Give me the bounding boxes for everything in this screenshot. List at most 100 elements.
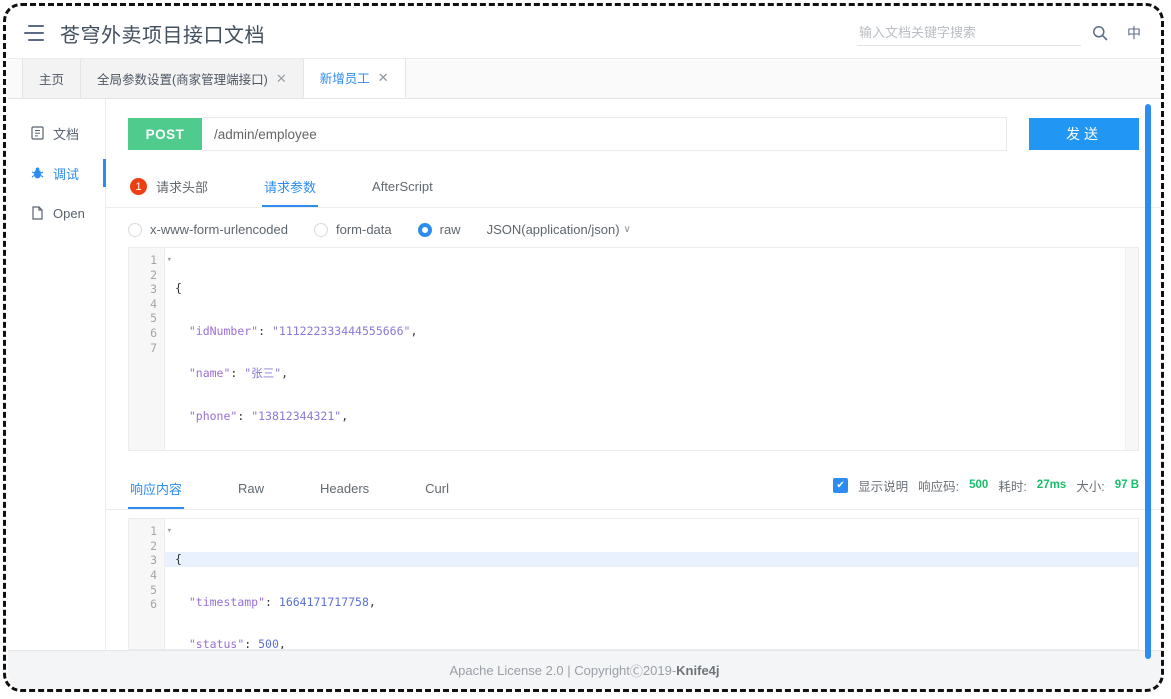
tab-response-curl[interactable]: Curl (423, 471, 451, 507)
header-count-badge: 1 (130, 178, 147, 195)
line-number: 3 (129, 282, 164, 297)
search-icon[interactable] (1087, 20, 1113, 46)
line-number: 2 (129, 268, 164, 283)
search-box (857, 20, 1077, 46)
tab-response-headers[interactable]: Headers (318, 471, 371, 507)
radio-label: form-data (336, 222, 392, 237)
tab-label: Curl (425, 481, 449, 496)
response-editor-gutter: 1▾ 2 3 4 5 6 (129, 519, 165, 649)
tab-new-employee[interactable]: 新增员工 ✕ (303, 57, 406, 98)
response-tabs: 响应内容 Raw Headers Curl ✔ 显示说明 响应码: 500 耗时… (106, 469, 1161, 510)
method-badge[interactable]: POST (128, 118, 202, 150)
response-editor-code[interactable]: { "timestamp": 1664171717758, "status": … (165, 519, 1138, 649)
sidebar-item-label: 文档 (53, 124, 79, 143)
radio-label: raw (440, 222, 461, 237)
tab-label: Raw (238, 481, 264, 496)
sidebar-item-debug[interactable]: 调试 (8, 153, 105, 193)
line-number: 5 (129, 583, 164, 598)
editor-scrollbar[interactable] (1125, 248, 1138, 450)
header-right-group: 中 (857, 20, 1161, 46)
code-line: "timestamp": 1664171717758, (165, 595, 1138, 610)
tab-global-params[interactable]: 全局参数设置(商家管理端接口) ✕ (80, 58, 304, 98)
status-code-value: 500 (969, 479, 988, 491)
sidebar-item-document[interactable]: 文档 (8, 113, 105, 153)
file-icon (30, 206, 45, 221)
request-tabs: 1 请求头部 请求参数 AfterScript (106, 167, 1161, 208)
sidebar-item-label: 调试 (53, 164, 79, 183)
close-icon[interactable]: ✕ (378, 71, 389, 84)
response-body-editor[interactable]: 1▾ 2 3 4 5 6 { "timestamp": 166417171775… (128, 518, 1139, 650)
app-header: 苍穹外卖项目接口文档 中 (8, 8, 1161, 59)
footer-brand: Knife4j (676, 663, 719, 678)
code-line: { (165, 552, 1138, 567)
tab-response-content[interactable]: 响应内容 (128, 469, 184, 509)
line-number: 3 (129, 553, 164, 568)
radio-urlencoded[interactable]: x-www-form-urlencoded (128, 222, 288, 237)
code-line: { (165, 281, 1125, 296)
radio-form-data[interactable]: form-data (314, 222, 392, 237)
radio-label: x-www-form-urlencoded (150, 222, 288, 237)
tab-label: 请求参数 (264, 177, 316, 196)
content-type-label: JSON(application/json) (487, 222, 620, 237)
code-line: "phone": "13812344321", (165, 409, 1125, 424)
line-number: 4 (129, 568, 164, 583)
bug-icon (30, 166, 45, 181)
code-line: "name": "张三", (165, 366, 1125, 381)
tab-label: Headers (320, 481, 369, 496)
code-line: "idNumber": "111222333444555666", (165, 324, 1125, 339)
document-icon (30, 126, 45, 141)
tab-label: 响应内容 (130, 479, 182, 498)
language-toggle[interactable]: 中 (1127, 23, 1141, 43)
tab-home[interactable]: 主页 (22, 58, 81, 98)
tab-request-headers[interactable]: 1 请求头部 (128, 167, 210, 207)
line-number: 6 (129, 597, 164, 612)
tab-response-raw[interactable]: Raw (236, 471, 266, 507)
radio-icon (128, 223, 142, 237)
line-number: 7 (129, 341, 164, 356)
copyright-icon: Ⓒ (630, 661, 643, 680)
tab-label: AfterScript (372, 179, 433, 194)
send-button[interactable]: 发送 (1029, 118, 1139, 150)
request-url-bar: POST 发送 (106, 99, 1161, 161)
status-code-label: 响应码: (918, 476, 959, 495)
line-number: 1▾ (129, 524, 164, 539)
elapsed-label: 耗时: (998, 476, 1026, 495)
check-icon[interactable]: ✔ (833, 478, 848, 493)
close-icon[interactable]: ✕ (276, 72, 287, 85)
tab-label: 主页 (39, 69, 64, 88)
app-body: 文档 调试 Open POST 发送 (8, 99, 1161, 650)
app-window: 苍穹外卖项目接口文档 中 主页 全局参数设置(商家管理端接口) ✕ 新增员工 ✕ (8, 8, 1161, 689)
line-number: 6 (129, 326, 164, 341)
page-title: 苍穹外卖项目接口文档 (60, 19, 265, 48)
page-scrollbar[interactable] (1145, 104, 1151, 659)
elapsed-value: 27ms (1037, 479, 1066, 491)
code-line: "status": 500, (165, 637, 1138, 650)
tab-label: 新增员工 (320, 68, 370, 87)
request-editor-code[interactable]: { "idNumber": "111222333444555666", "nam… (165, 248, 1125, 450)
size-value: 97 B (1115, 479, 1139, 491)
radio-icon-selected (418, 223, 432, 237)
debug-panel: POST 发送 1 请求头部 请求参数 AfterScript (106, 99, 1161, 650)
footer-year: 2019- (643, 663, 676, 678)
tab-label: 请求头部 (156, 177, 208, 196)
content-type-select[interactable]: JSON(application/json) ∨ (487, 222, 631, 237)
sidebar-item-open[interactable]: Open (8, 193, 105, 233)
tab-afterscript[interactable]: AfterScript (370, 169, 435, 205)
request-body-editor[interactable]: 1▾ 2 3 4 5 6 7 { "idNumber": "1112223334… (128, 247, 1139, 451)
line-number: 1▾ (129, 253, 164, 268)
tab-request-params[interactable]: 请求参数 (262, 167, 318, 207)
url-input[interactable] (202, 117, 1007, 151)
radio-icon (314, 223, 328, 237)
sidebar: 文档 调试 Open (8, 99, 106, 650)
show-desc-label: 显示说明 (858, 476, 908, 495)
size-label: 大小: (1076, 476, 1104, 495)
request-editor-gutter: 1▾ 2 3 4 5 6 7 (129, 248, 165, 450)
hamburger-icon[interactable] (24, 25, 46, 41)
tab-label: 全局参数设置(商家管理端接口) (97, 69, 268, 88)
body-type-row: x-www-form-urlencoded form-data raw JSON… (106, 208, 1161, 247)
search-input[interactable] (857, 20, 1081, 46)
line-number: 4 (129, 297, 164, 312)
response-meta: ✔ 显示说明 响应码: 500 耗时: 27ms 大小: 97 B (833, 476, 1139, 503)
radio-raw[interactable]: raw (418, 222, 461, 237)
document-tabbar: 主页 全局参数设置(商家管理端接口) ✕ 新增员工 ✕ (8, 59, 1161, 99)
